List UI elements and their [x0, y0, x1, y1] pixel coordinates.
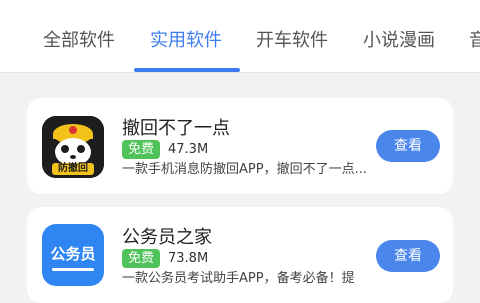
app-description: 一款公务员考试助手APP，备考必备！提: [122, 271, 355, 286]
tab-all-software[interactable]: 全部软件: [43, 28, 115, 54]
app-card[interactable]: 公务员 公务员之家 免费 73.8M 一款公务员考试助手APP，备考必备！提 查…: [27, 207, 453, 303]
app-icon-anti-recall: 防撤回: [42, 116, 104, 178]
app-size: 73.8M: [168, 251, 209, 266]
app-description: 一款手机消息防撤回APP，撤回不了一点...: [122, 162, 367, 177]
icon-caption: 公务员: [50, 245, 96, 263]
app-card[interactable]: 防撤回 撤回不了一点 免费 47.3M 一款手机消息防撤回APP，撤回不了一点.…: [27, 98, 453, 194]
view-button[interactable]: 查看: [376, 240, 440, 272]
tab-partial[interactable]: 音: [469, 28, 480, 54]
active-tab-indicator: [134, 68, 240, 72]
category-tab-bar: 全部软件 实用软件 开车软件 小说漫画 音: [0, 0, 480, 73]
view-button[interactable]: 查看: [376, 130, 440, 162]
app-name: 撤回不了一点: [122, 118, 230, 139]
free-badge: 免费: [122, 249, 161, 268]
app-name: 公务员之家: [122, 227, 212, 248]
app-size: 47.3M: [168, 142, 209, 157]
tab-novel-comics[interactable]: 小说漫画: [363, 28, 435, 54]
icon-caption: 防撤回: [58, 163, 88, 174]
tab-utility-software[interactable]: 实用软件: [150, 28, 222, 54]
icon-underline: [52, 268, 94, 271]
tab-driving-software[interactable]: 开车软件: [256, 28, 328, 54]
free-badge: 免费: [122, 140, 161, 159]
